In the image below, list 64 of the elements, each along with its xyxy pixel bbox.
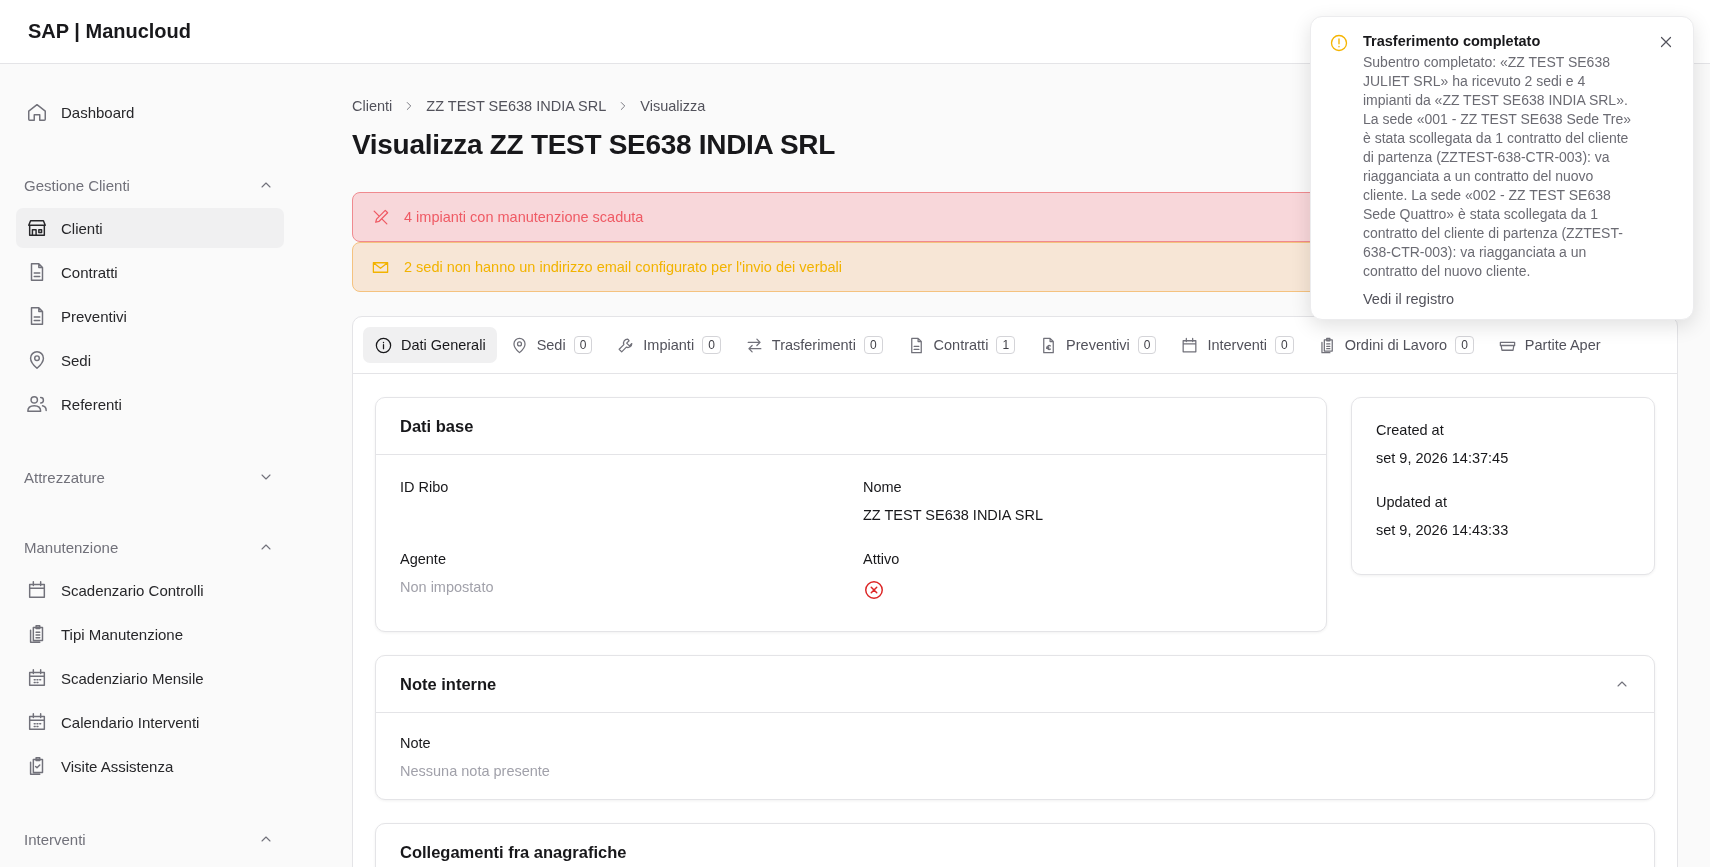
- field-value: Non impostato: [400, 579, 495, 595]
- field-label: Updated at: [1376, 494, 1448, 510]
- app-logo: SAP | Manucloud: [28, 20, 192, 43]
- tab[interactable]: Trasferimenti 0: [733, 327, 894, 363]
- sidebar-item[interactable]: Clienti: [16, 208, 284, 248]
- tab[interactable]: Impianti 0: [605, 327, 732, 363]
- count-badge: 0: [702, 336, 721, 354]
- toast-link[interactable]: Vedi il registro: [1363, 291, 1643, 307]
- field-value: set 9, 2026 14:37:45: [1376, 450, 1510, 466]
- count-badge: 0: [1275, 336, 1294, 354]
- tab[interactable]: Dati Generali: [363, 327, 497, 363]
- sidebar-item[interactable]: Scadenziario Mensile: [16, 658, 284, 698]
- field-label: Attivo: [863, 551, 901, 567]
- sidebar-item[interactable]: Scadenzario Controlli: [16, 570, 284, 610]
- sidebar-group-header[interactable]: Manutenzione: [16, 530, 284, 564]
- tab[interactable]: Ordini di Lavoro 0: [1306, 327, 1485, 363]
- sidebar-group-header[interactable]: Attrezzature: [16, 460, 284, 494]
- tab[interactable]: Partite Aper: [1486, 327, 1612, 363]
- count-badge: 1: [996, 336, 1016, 354]
- sidebar-group-header[interactable]: Interventi: [16, 822, 284, 856]
- page-title: Visualizza ZZ TEST SE638 INDIA SRL: [352, 129, 836, 161]
- sidebar-item[interactable]: Referenti: [16, 384, 284, 424]
- info-icon: [374, 335, 393, 355]
- field-label: Agente: [400, 551, 447, 567]
- alert-text: 4 impianti con manutenzione scaduta: [404, 209, 644, 225]
- field-label: Nome: [863, 479, 903, 495]
- calendar-icon: [26, 579, 48, 601]
- sidebar-item[interactable]: Sedi: [16, 340, 284, 380]
- toast-title: Trasferimento completato: [1363, 33, 1542, 49]
- card-title: Collegamenti fra anagrafiche: [400, 842, 627, 862]
- tab[interactable]: Contratti 1: [895, 327, 1027, 363]
- card-title: Note interne: [400, 674, 497, 694]
- store-icon: [26, 217, 48, 239]
- calendar-icon: [26, 667, 48, 689]
- field-value: ZZ TEST SE638 INDIA SRL: [863, 507, 1044, 523]
- field-value: set 9, 2026 14:43:33: [1376, 522, 1510, 538]
- count-badge: 0: [1137, 336, 1157, 354]
- people-icon: [26, 393, 48, 415]
- breadcrumb-link[interactable]: Clienti: [352, 98, 393, 114]
- home-icon: [26, 101, 48, 123]
- count-badge: 0: [863, 336, 883, 354]
- sidebar-item[interactable]: Contratti: [16, 252, 284, 292]
- card-title: Dati base: [400, 416, 474, 436]
- tab[interactable]: Preventivi 0: [1028, 327, 1168, 363]
- calendar-icon: [26, 711, 48, 733]
- tab[interactable]: Sedi 0: [498, 327, 604, 363]
- field-label: ID Ribo: [400, 479, 450, 495]
- sidebar-item[interactable]: Calendario Interventi: [16, 702, 284, 742]
- alert-icon: [1329, 33, 1349, 53]
- toast-message: Subentro completato: «ZZ TEST SE638 JULIET SRL» ha ricevuto 2 sedi e 4 impianti da «ZZ TEST SE638 INDIA SRL». La sede «001 - ZZ TEST SE638 Sede Tre» è stata scollegata da 1 contratto del cliente di partenza (ZZTEST-638-CTR-003): va riagganciata a un contratto del nuovo cliente. La sede «002 - ZZ TEST SE638 Sede Quattro» è stata scollegata da 1 contratto del cliente di partenza (ZZTEST-638-CTR-003): va riagganciata a un contratto del nuovo cliente.: [1363, 53, 1632, 281]
- breadcrumb-link[interactable]: ZZ TEST SE638 INDIA SRL: [426, 98, 607, 114]
- tab[interactable]: Interventi 0: [1169, 327, 1305, 363]
- field-label: Note: [400, 735, 432, 751]
- sidebar-item[interactable]: Dashboard: [16, 92, 284, 132]
- sidebar-item[interactable]: Visite Assistenza: [16, 746, 284, 786]
- breadcrumb-current: Visualizza: [640, 98, 706, 114]
- count-badge: 0: [573, 336, 593, 354]
- sidebar-item[interactable]: Preventivi: [16, 296, 284, 336]
- field-label: Created at: [1376, 422, 1445, 438]
- alert-text: 2 sedi non hanno un indirizzo email configurato per l'invio dei verbali: [404, 259, 843, 275]
- sidebar-group-header[interactable]: Gestione Clienti: [16, 168, 284, 202]
- sidebar-item[interactable]: Tipi Manutenzione: [16, 614, 284, 654]
- count-badge: 0: [1455, 336, 1474, 354]
- field-value: Nessuna nota presente: [400, 763, 551, 779]
